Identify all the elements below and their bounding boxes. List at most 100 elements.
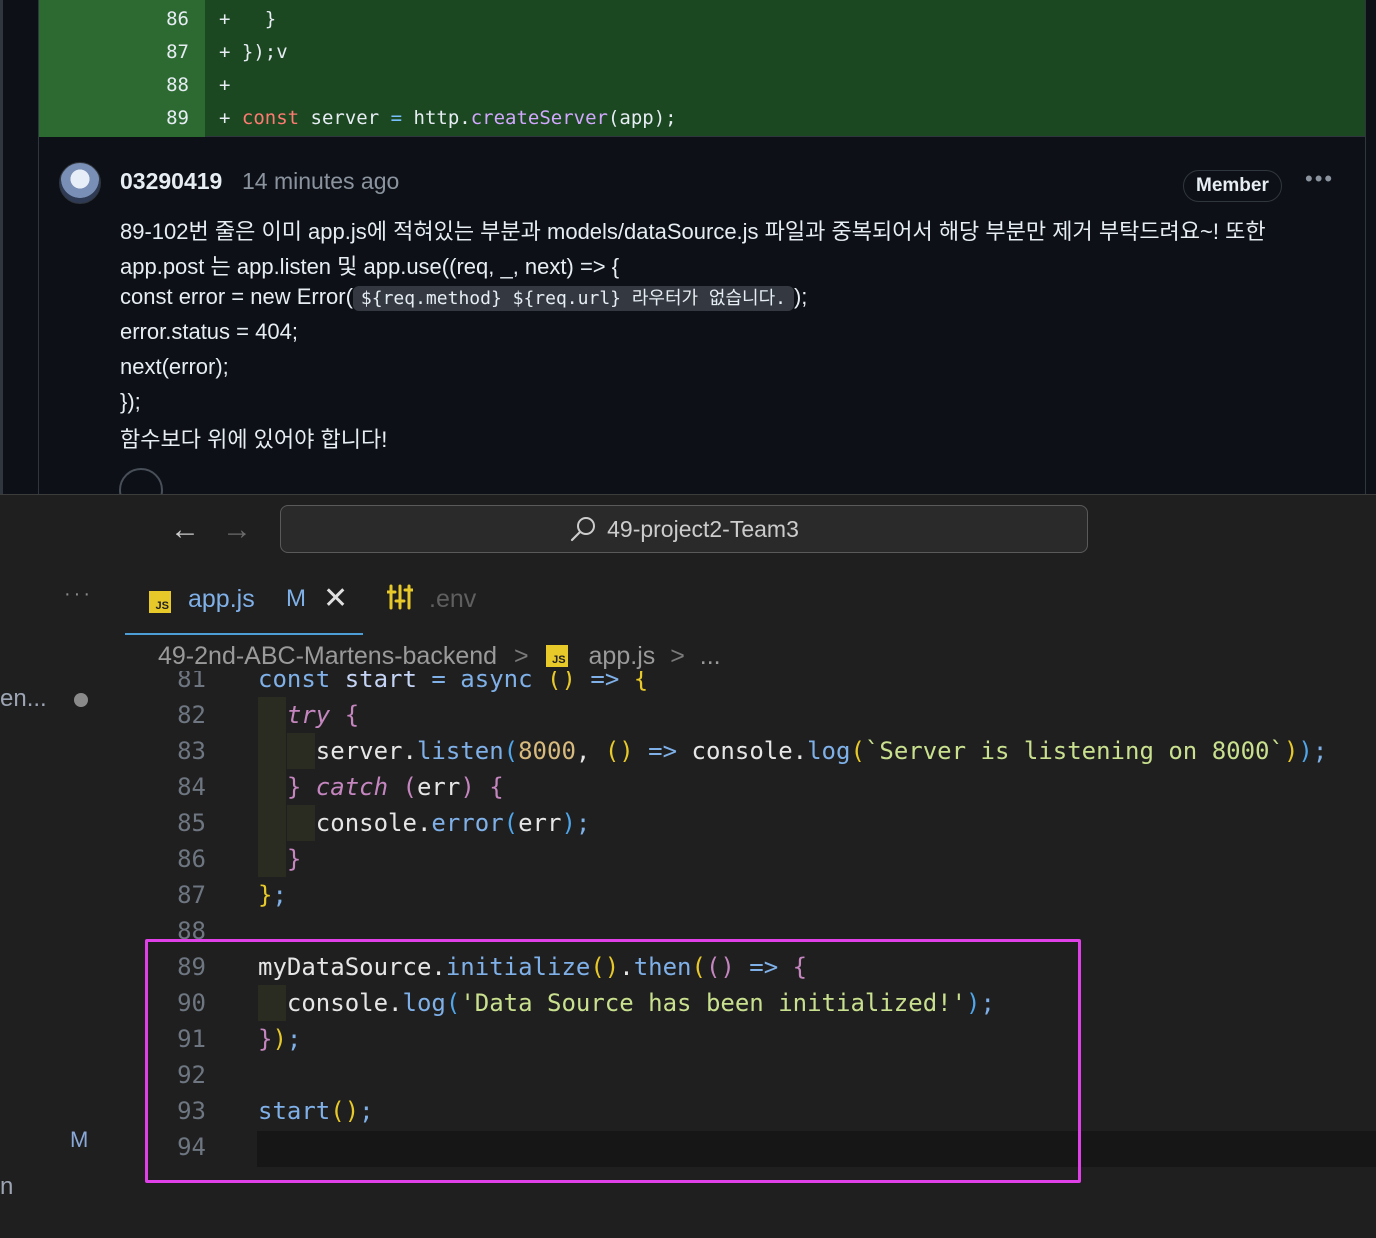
diff-line[interactable]: 89 + const server = http.createServer(app… [39,102,1365,135]
line-number[interactable]: 84 [124,769,206,805]
code-token: ) [1298,737,1313,765]
code-token: server [299,107,391,129]
code-token: = [390,107,403,129]
code-line[interactable]: 87}; [124,877,1376,913]
code-token: console. [691,737,808,765]
code-token: ) [1283,737,1299,765]
code-token: => [575,671,634,693]
line-number[interactable]: 82 [124,697,206,733]
comment-timestamp[interactable]: 14 minutes ago [242,168,399,195]
code-token: listen [416,737,504,765]
line-source: console.error(err); [258,805,591,841]
code-token: http. [402,107,471,129]
diff-line-code: + const server = http.createServer(app); [219,102,677,135]
comment-line: }); [120,389,141,414]
code-token: console. [258,809,432,837]
line-source: try { [258,697,359,733]
comment-author[interactable]: 03290419 [120,168,222,195]
comment-text: ); [793,284,808,309]
add-reaction-icon[interactable] [119,468,163,494]
line-source: server.listen(8000, () => console.log(`S… [258,733,1328,769]
forward-arrow-icon[interactable]: → [222,513,252,547]
line-number[interactable]: 86 [124,841,206,877]
diff-line-code: + } [219,3,276,36]
comment-line: app.post 는 app.listen 및 app.use((req, _,… [120,254,620,279]
code-token: log [807,737,851,765]
breadcrumb-symbol[interactable]: ... [700,642,721,670]
diff-line-code: + });v [219,36,288,69]
diff-line[interactable]: 87 + });v [39,36,1365,69]
code-token: const [241,107,300,129]
review-thread: 86 + } 87 + });v 88 +89 + const server = http.… [38,0,1366,494]
code-token: + [219,74,231,96]
sidebar-item-label[interactable]: n [0,1173,13,1201]
close-icon[interactable]: ✕ [323,581,348,616]
more-options-icon[interactable]: ••• [1305,166,1334,192]
code-token: catch [301,773,403,801]
code-token: ( [503,809,519,837]
line-number[interactable]: 83 [124,733,206,769]
code-token: try [286,701,331,729]
avatar[interactable] [59,162,101,204]
vscode-window: ← → 49-project2-Team3 ··· en... M n JS a… [0,494,1376,1238]
line-number[interactable]: 85 [124,805,206,841]
diff-line-number[interactable]: 89 [39,102,189,135]
code-line[interactable]: 81 const start = async () => { [124,671,1376,697]
diff-line[interactable]: 86 + } [39,3,1365,36]
javascript-file-icon: JS [545,645,568,668]
code-token: () [604,737,634,765]
panel-edge [0,0,3,494]
github-pr-panel: 86 + } 87 + });v 88 +89 + const server = http.… [0,0,1376,494]
code-line[interactable]: 86 } [124,841,1376,877]
diff-line-number[interactable]: 87 [39,36,189,69]
line-number[interactable]: 87 [124,877,206,913]
breadcrumb-folder[interactable]: 49-2nd-ABC-Martens-backend [158,642,497,670]
code-token: + });v [219,41,288,63]
modified-badge: M [70,1127,89,1152]
code-token: ; [272,881,287,909]
code-token: + } [219,8,277,30]
tab-modified-badge: M [286,585,306,612]
breadcrumb: 49-2nd-ABC-Martens-backend > JS app.js >… [158,641,721,671]
diff-line-number[interactable]: 88 [39,69,189,102]
diff-line-number[interactable]: 86 [39,3,189,36]
code-token: } [258,881,273,909]
search-icon [571,517,596,542]
code-line[interactable]: 84 } catch (err) { [124,769,1376,805]
tab-app-js[interactable]: JS app.js M ✕ [125,577,363,635]
line-number[interactable]: 81 [124,671,206,697]
code-line[interactable]: 83 server.listen(8000, () => console.log… [124,733,1376,769]
command-center[interactable]: 49-project2-Team3 [280,505,1088,553]
sidebar-item-label[interactable]: en... [0,685,47,713]
settings-sliders-icon [387,584,413,610]
code-token: createServer [470,107,608,129]
sidebar-more-icon[interactable]: ··· [64,583,93,606]
code-line[interactable]: 82 try { [124,697,1376,733]
annotation-highlight-box [145,939,1081,1183]
code-token: (app); [607,107,677,129]
code-token: , [575,737,605,765]
breadcrumb-file[interactable]: app.js [589,642,656,670]
code-token: const [258,671,331,693]
diff-line[interactable]: 88 + [39,69,1365,102]
code-token: () [547,671,576,693]
code-token: => [633,737,692,765]
code-token: { [330,701,360,729]
javascript-file-icon: JS [149,591,171,613]
code-line[interactable]: 85 console.error(err); [124,805,1376,841]
comment-text: const error = new Error( [120,284,353,309]
comment-line: 89-102번 줄은 이미 app.js에 적혀있는 부분과 models/da… [120,219,1266,244]
line-source: }; [258,877,287,913]
code-token: } [286,773,302,801]
code-token: ; [575,809,591,837]
code-token: `Server is listening on 8000` [864,737,1284,765]
code-token: err [416,773,461,801]
review-comment: 03290419 14 minutes ago Member ••• 89-10… [39,138,1365,494]
workspace-name: 49-project2-Team3 [607,515,799,542]
chevron-right-icon: > [514,641,529,670]
back-arrow-icon[interactable]: ← [170,513,200,547]
code-token: start [330,671,432,693]
